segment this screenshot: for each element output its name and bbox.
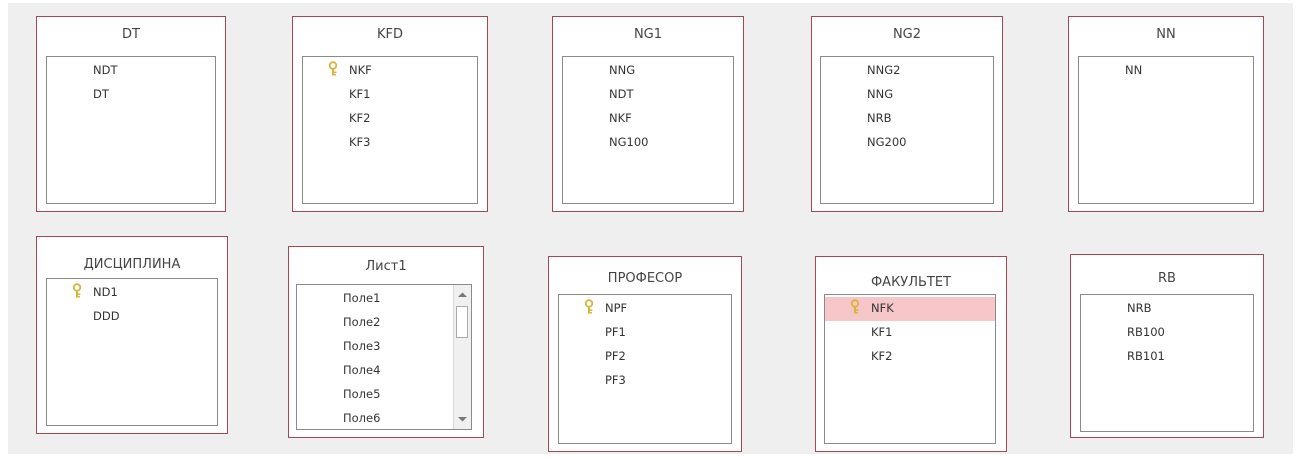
table-title[interactable]: NG1 <box>553 27 743 42</box>
field-name: NNG <box>609 63 636 77</box>
field-name: Поле5 <box>343 387 381 401</box>
field-name: NRB <box>867 111 892 125</box>
field-list[interactable]: NRB RB100 RB101 <box>1080 294 1254 432</box>
field-name: KF2 <box>349 111 371 125</box>
field-list[interactable]: NKF KF1 KF2 KF3 <box>302 56 478 204</box>
table-title[interactable]: ДИСЦИПЛИНА <box>37 257 227 272</box>
field-row[interactable]: NNG <box>821 83 993 107</box>
table-title[interactable]: NN <box>1069 27 1263 42</box>
field-row[interactable]: DDD <box>47 305 217 329</box>
field-name: NPF <box>605 301 628 315</box>
field-name: NDT <box>609 87 634 101</box>
field-name: PF3 <box>605 373 626 387</box>
field-row[interactable]: KF1 <box>303 83 477 107</box>
field-row[interactable]: Поле4 <box>297 359 471 383</box>
field-row[interactable]: RB100 <box>1081 321 1253 345</box>
field-name: NN <box>1125 63 1143 77</box>
field-name: NNG2 <box>867 63 901 77</box>
field-row[interactable]: PF1 <box>559 321 731 345</box>
field-row[interactable]: PF2 <box>559 345 731 369</box>
field-name: KF2 <box>871 349 893 363</box>
field-row[interactable]: NNG2 <box>821 59 993 83</box>
field-list[interactable]: Поле1 Поле2 Поле3 Поле4 Поле5 Поле6 <box>296 284 472 430</box>
field-row[interactable]: NDT <box>563 83 733 107</box>
field-row[interactable]: NKF <box>563 107 733 131</box>
table-title[interactable]: ФАКУЛЬТЕТ <box>816 275 1006 290</box>
field-row[interactable]: NN <box>1079 59 1253 83</box>
field-list[interactable]: ND1 DDD <box>46 278 218 426</box>
key-icon <box>72 283 82 298</box>
field-name: NG200 <box>867 135 907 149</box>
field-name: Поле1 <box>343 291 381 305</box>
field-name: NFK <box>871 301 894 315</box>
field-list[interactable]: NNG2 NNG NRB NG200 <box>820 56 994 204</box>
field-row[interactable]: KF3 <box>303 131 477 155</box>
field-row[interactable]: KF2 <box>825 345 995 369</box>
field-name: DDD <box>93 309 120 323</box>
field-name: PF1 <box>605 325 626 339</box>
field-row[interactable]: Поле5 <box>297 383 471 407</box>
table-title[interactable]: ПРОФЕСОР <box>549 271 741 286</box>
field-name: KF1 <box>871 325 893 339</box>
field-row[interactable]: KF2 <box>303 107 477 131</box>
field-list[interactable]: NDT DT <box>46 56 216 204</box>
field-name: KF1 <box>349 87 371 101</box>
field-list[interactable]: NFK KF1 KF2 <box>824 294 996 444</box>
field-row[interactable]: ND1 <box>47 281 217 305</box>
field-name: DT <box>93 87 109 101</box>
field-name: NNG <box>867 87 894 101</box>
field-name: ND1 <box>93 285 118 299</box>
field-row[interactable]: Поле3 <box>297 335 471 359</box>
field-name: Поле3 <box>343 339 381 353</box>
scrollbar-thumb[interactable] <box>456 306 468 338</box>
vertical-scrollbar[interactable] <box>453 285 471 429</box>
field-row[interactable]: NRB <box>1081 297 1253 321</box>
field-name: Поле2 <box>343 315 381 329</box>
field-name: RB101 <box>1127 349 1165 363</box>
field-row[interactable]: NG100 <box>563 131 733 155</box>
table-title[interactable]: KFD <box>293 27 487 42</box>
table-title[interactable]: RB <box>1071 271 1263 286</box>
field-name: PF2 <box>605 349 626 363</box>
field-row[interactable]: NNG <box>563 59 733 83</box>
field-row[interactable]: Поле6 <box>297 407 471 429</box>
field-list[interactable]: NN <box>1078 56 1254 204</box>
field-name: RB100 <box>1127 325 1165 339</box>
field-row[interactable]: NG200 <box>821 131 993 155</box>
field-name: Поле4 <box>343 363 381 377</box>
field-row[interactable]: NKF <box>303 59 477 83</box>
field-row[interactable]: Поле2 <box>297 311 471 335</box>
field-row[interactable]: RB101 <box>1081 345 1253 369</box>
field-row[interactable]: Поле1 <box>297 287 471 311</box>
field-name: NKF <box>609 111 632 125</box>
table-title[interactable]: NG2 <box>812 27 1002 42</box>
field-name: Поле6 <box>343 411 381 425</box>
field-row[interactable]: PF3 <box>559 369 731 393</box>
field-name: KF3 <box>349 135 371 149</box>
key-icon <box>850 299 860 314</box>
table-title[interactable]: Лист1 <box>289 259 483 274</box>
scroll-up-arrow-icon[interactable] <box>454 287 471 303</box>
scroll-down-arrow-icon[interactable] <box>454 411 471 427</box>
field-row[interactable]: NFK <box>825 297 995 321</box>
field-name: NKF <box>349 63 372 77</box>
key-icon <box>328 61 338 76</box>
field-list[interactable]: NNG NDT NKF NG100 <box>562 56 734 204</box>
field-row[interactable]: KF1 <box>825 321 995 345</box>
field-row[interactable]: DT <box>47 83 215 107</box>
field-row[interactable]: NPF <box>559 297 731 321</box>
field-list[interactable]: NPF PF1 PF2 PF3 <box>558 294 732 444</box>
field-row[interactable]: NDT <box>47 59 215 83</box>
field-name: NRB <box>1127 301 1152 315</box>
field-name: NG100 <box>609 135 649 149</box>
field-name: NDT <box>93 63 118 77</box>
field-row[interactable]: NRB <box>821 107 993 131</box>
table-title[interactable]: DT <box>37 27 225 42</box>
key-icon <box>584 299 594 314</box>
